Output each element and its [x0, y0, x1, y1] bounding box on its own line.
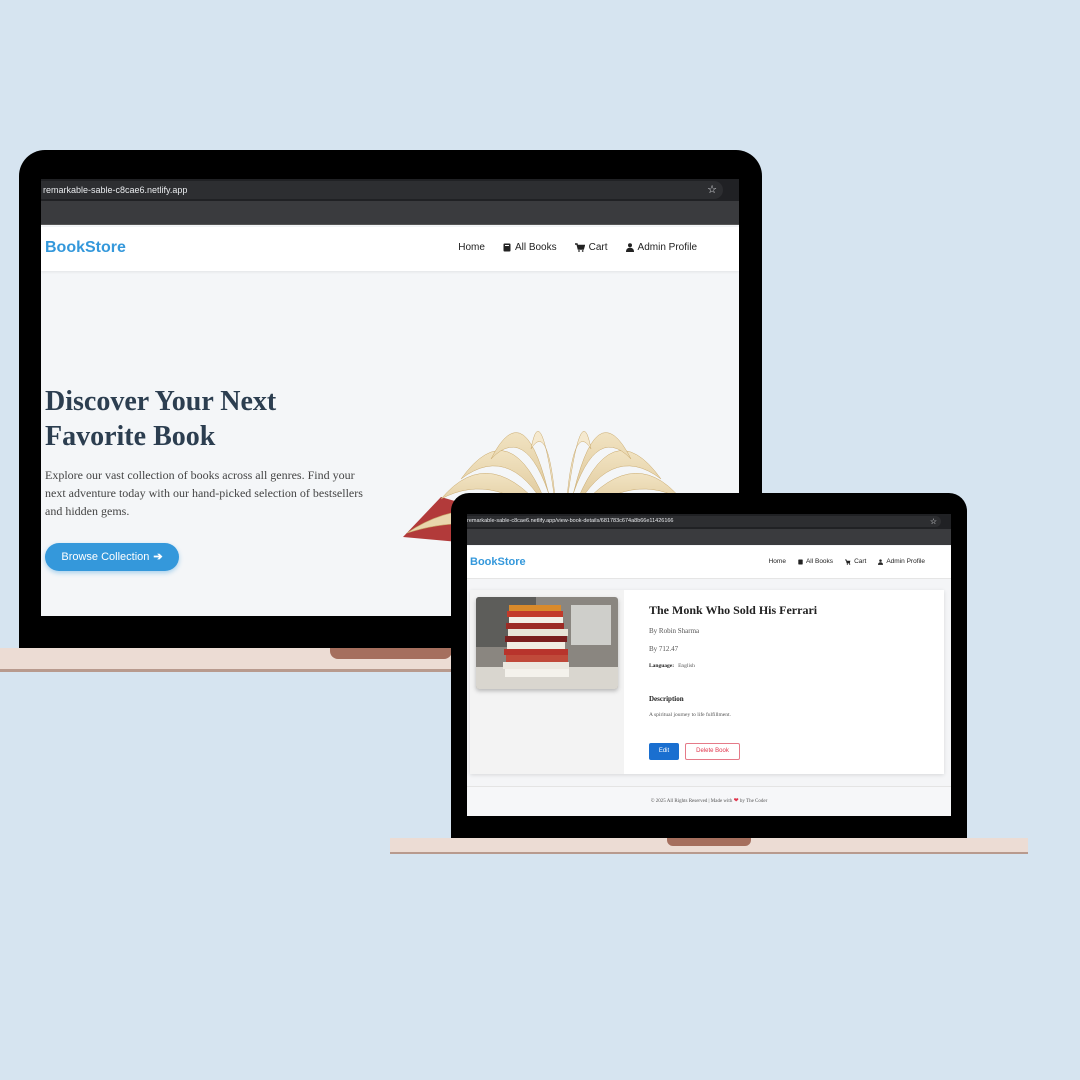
user-icon	[878, 558, 884, 565]
browse-collection-button[interactable]: Browse Collection ➔	[45, 543, 179, 571]
laptop-notch	[667, 838, 751, 846]
description-text: A spiritual journey to life fulfillment.	[649, 712, 731, 718]
browser-address-bar: remarkable-sable-c8cae6.netlify.app/view…	[467, 514, 951, 529]
nav-link-all-books[interactable]: All Books	[798, 558, 833, 565]
logo[interactable]: BookStore	[45, 239, 126, 257]
browser-toolbar	[41, 201, 739, 225]
nav-links: Home All Books Cart Admin Profile	[769, 558, 925, 565]
book-author: By Robin Sharma	[649, 627, 700, 635]
nav-link-home[interactable]: Home	[458, 242, 485, 253]
browser-toolbar	[467, 529, 951, 545]
laptop-screen: remarkable-sable-c8cae6.netlify.app/view…	[467, 514, 951, 816]
book-cover-image	[476, 597, 618, 689]
cart-icon	[574, 243, 585, 252]
navbar: BookStore Home All Books Cart Admin Prof…	[41, 227, 739, 271]
language-value: English	[678, 663, 695, 669]
user-icon	[625, 243, 634, 252]
description-heading: Description	[649, 695, 684, 703]
footer-credit: by The Coder	[739, 799, 768, 804]
book-detail-card: The Monk Who Sold His Ferrari By Robin S…	[470, 590, 944, 774]
hero-title: Discover Your Next Favorite Book	[45, 386, 277, 452]
cart-icon	[845, 558, 851, 565]
nav-link-label: Admin Profile	[886, 558, 925, 565]
logo[interactable]: BookStore	[470, 556, 526, 568]
nav-link-label: All Books	[514, 242, 557, 253]
url-field[interactable]: remarkable-sable-c8cae6.netlify.app	[41, 181, 723, 199]
edit-button[interactable]: Edit	[649, 743, 679, 760]
book-icon	[503, 243, 511, 252]
book-image-panel	[470, 590, 624, 774]
book-price: By 712.47	[649, 645, 679, 653]
book-title: The Monk Who Sold His Ferrari	[649, 603, 818, 617]
browse-collection-label: Browse Collection	[61, 551, 150, 563]
arrow-right-icon: ➔	[153, 551, 163, 563]
heart-icon: ❤	[733, 798, 739, 804]
star-icon[interactable]: ☆	[707, 181, 717, 199]
footer: © 2025 All Rights Reserved | Made with ❤…	[467, 786, 951, 816]
browser-address-bar: remarkable-sable-c8cae6.netlify.app ☆	[41, 179, 739, 201]
nav-link-cart[interactable]: Cart	[574, 242, 608, 253]
url-field[interactable]: remarkable-sable-c8cae6.netlify.app/view…	[467, 516, 941, 527]
delete-book-button[interactable]: Delete Book	[685, 743, 740, 760]
nav-links: Home All Books Cart Admin Profile	[458, 242, 697, 253]
nav-link-home[interactable]: Home	[769, 558, 786, 565]
nav-link-label: Home	[768, 558, 786, 565]
star-icon[interactable]: ☆	[930, 515, 937, 528]
book-icon	[798, 559, 803, 564]
nav-link-label: Admin Profile	[637, 242, 697, 253]
nav-link-label: Cart	[588, 242, 608, 253]
nav-link-label: Cart	[854, 558, 867, 565]
nav-link-all-books[interactable]: All Books	[503, 242, 557, 253]
nav-link-admin-profile[interactable]: Admin Profile	[878, 558, 925, 565]
hero-description: Explore our vast collection of books acr…	[45, 468, 363, 518]
nav-link-cart[interactable]: Cart	[845, 558, 866, 565]
footer-text: © 2025 All Rights Reserved | Made with	[650, 799, 733, 804]
nav-link-admin-profile[interactable]: Admin Profile	[625, 242, 697, 253]
navbar: BookStore Home All Books Cart Admin Prof…	[467, 546, 951, 579]
desktop-laptop-notch	[330, 648, 452, 659]
book-language: Language: English	[649, 663, 695, 669]
language-label: Language:	[649, 663, 675, 669]
nav-link-label: Home	[458, 242, 485, 253]
nav-link-label: All Books	[805, 558, 834, 565]
